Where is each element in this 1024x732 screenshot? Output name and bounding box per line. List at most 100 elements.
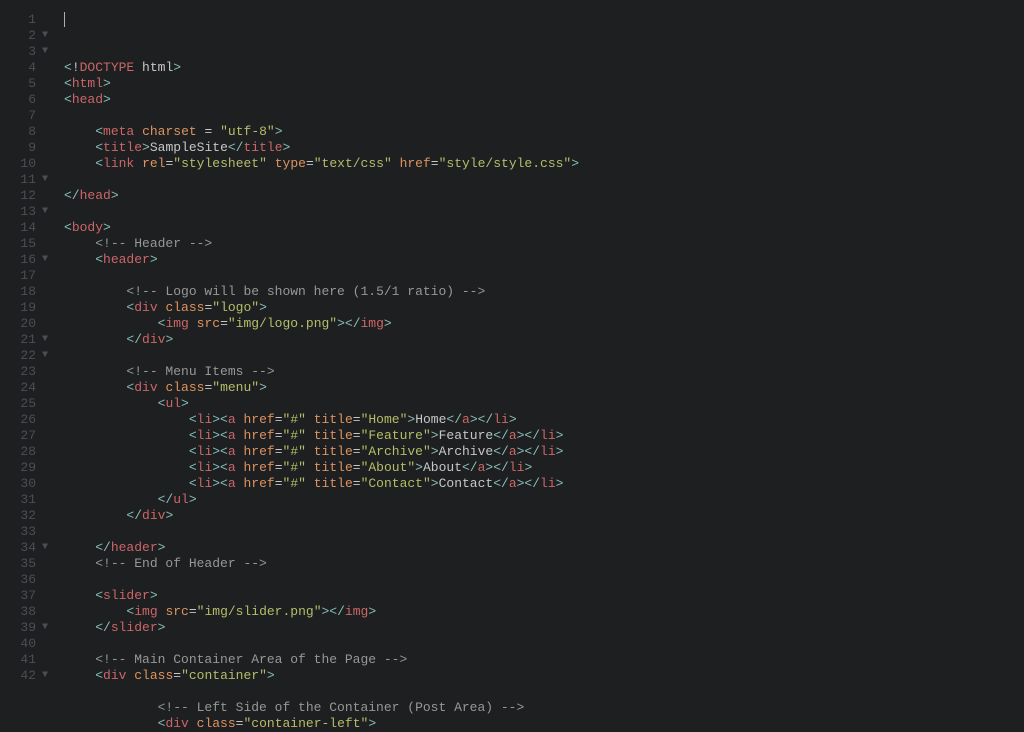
line-number[interactable]: 30	[0, 476, 36, 492]
line-number[interactable]: 16	[0, 252, 36, 268]
code-line[interactable]: <div class="menu">	[64, 380, 1024, 396]
line-number[interactable]: 29	[0, 460, 36, 476]
code-line[interactable]	[64, 204, 1024, 220]
fold-toggle-icon[interactable]: ▼	[42, 348, 56, 364]
fold-toggle-icon[interactable]: ▼	[42, 172, 56, 188]
line-number[interactable]: 8	[0, 124, 36, 140]
code-line[interactable]	[64, 524, 1024, 540]
code-line[interactable]	[64, 636, 1024, 652]
line-number[interactable]: 28	[0, 444, 36, 460]
code-line[interactable]	[64, 348, 1024, 364]
code-line[interactable]: </slider>	[64, 620, 1024, 636]
code-line[interactable]: <div class="container">	[64, 668, 1024, 684]
code-line[interactable]: <title>SampleSite</title>	[64, 140, 1024, 156]
code-line[interactable]: <!-- End of Header -->	[64, 556, 1024, 572]
line-number[interactable]: 36	[0, 572, 36, 588]
code-line[interactable]: <div class="logo">	[64, 300, 1024, 316]
code-line[interactable]: <header>	[64, 252, 1024, 268]
code-line[interactable]: <img src="img/slider.png"></img>	[64, 604, 1024, 620]
code-line[interactable]: <!-- Main Container Area of the Page -->	[64, 652, 1024, 668]
line-number[interactable]: 17	[0, 268, 36, 284]
line-number[interactable]: 38	[0, 604, 36, 620]
code-line[interactable]: <ul>	[64, 396, 1024, 412]
code-line[interactable]: <!DOCTYPE html>	[64, 60, 1024, 76]
line-number[interactable]: 10	[0, 156, 36, 172]
line-number[interactable]: 11	[0, 172, 36, 188]
code-line[interactable]: <div class="container-left">	[64, 716, 1024, 732]
fold-toggle-icon[interactable]: ▼	[42, 668, 56, 684]
line-number[interactable]: 5	[0, 76, 36, 92]
code-line[interactable]: </ul>	[64, 492, 1024, 508]
line-number[interactable]: 14	[0, 220, 36, 236]
line-number[interactable]: 32	[0, 508, 36, 524]
code-line[interactable]: <li><a href="#" title="Contact">Contact<…	[64, 476, 1024, 492]
line-number[interactable]: 13	[0, 204, 36, 220]
code-line[interactable]: <!-- Left Side of the Container (Post Ar…	[64, 700, 1024, 716]
code-line[interactable]: <li><a href="#" title="Feature">Feature<…	[64, 428, 1024, 444]
code-line[interactable]: <li><a href="#" title="About">About</a><…	[64, 460, 1024, 476]
line-number[interactable]: 33	[0, 524, 36, 540]
code-line[interactable]	[64, 172, 1024, 188]
line-number[interactable]: 12	[0, 188, 36, 204]
code-line[interactable]: <!-- Header -->	[64, 236, 1024, 252]
line-number[interactable]: 40	[0, 636, 36, 652]
code-line[interactable]: <!-- Menu Items -->	[64, 364, 1024, 380]
fold-toggle-icon[interactable]: ▼	[42, 204, 56, 220]
line-number[interactable]: 39	[0, 620, 36, 636]
code-line[interactable]	[64, 572, 1024, 588]
code-line[interactable]: </head>	[64, 188, 1024, 204]
line-number[interactable]: 23	[0, 364, 36, 380]
code-line[interactable]: <html>	[64, 76, 1024, 92]
code-line[interactable]	[64, 268, 1024, 284]
code-line[interactable]: <meta charset = "utf-8">	[64, 124, 1024, 140]
fold-toggle-icon[interactable]: ▼	[42, 252, 56, 268]
code-line[interactable]: <body>	[64, 220, 1024, 236]
code-token: href	[400, 156, 431, 171]
line-number[interactable]: 42	[0, 668, 36, 684]
line-number[interactable]: 4	[0, 60, 36, 76]
fold-toggle-icon[interactable]: ▼	[42, 44, 56, 60]
line-number[interactable]: 2	[0, 28, 36, 44]
line-number[interactable]: 41	[0, 652, 36, 668]
code-line[interactable]: <img src="img/logo.png"></img>	[64, 316, 1024, 332]
line-number[interactable]: 9	[0, 140, 36, 156]
code-line[interactable]: </header>	[64, 540, 1024, 556]
line-number[interactable]: 34	[0, 540, 36, 556]
line-number[interactable]: 35	[0, 556, 36, 572]
code-line[interactable]: <li><a href="#" title="Archive">Archive<…	[64, 444, 1024, 460]
line-number[interactable]: 26	[0, 412, 36, 428]
line-number[interactable]: 25	[0, 396, 36, 412]
code-area[interactable]: <!DOCTYPE html><html><head> <meta charse…	[56, 0, 1024, 689]
fold-spacer	[42, 556, 56, 572]
line-number-gutter[interactable]: 1234567891011121314151617181920212223242…	[0, 0, 42, 689]
line-number[interactable]: 37	[0, 588, 36, 604]
fold-gutter[interactable]: ▼▼▼▼▼▼▼▼▼▼	[42, 0, 56, 689]
code-line[interactable]: </div>	[64, 508, 1024, 524]
line-number[interactable]: 7	[0, 108, 36, 124]
fold-toggle-icon[interactable]: ▼	[42, 28, 56, 44]
code-line[interactable]: <head>	[64, 92, 1024, 108]
fold-toggle-icon[interactable]: ▼	[42, 540, 56, 556]
line-number[interactable]: 24	[0, 380, 36, 396]
line-number[interactable]: 31	[0, 492, 36, 508]
line-number[interactable]: 6	[0, 92, 36, 108]
line-number[interactable]: 20	[0, 316, 36, 332]
line-number[interactable]: 22	[0, 348, 36, 364]
fold-toggle-icon[interactable]: ▼	[42, 620, 56, 636]
code-line[interactable]: <slider>	[64, 588, 1024, 604]
code-line[interactable]: <!-- Logo will be shown here (1.5/1 rati…	[64, 284, 1024, 300]
line-number[interactable]: 21	[0, 332, 36, 348]
code-editor[interactable]: 1234567891011121314151617181920212223242…	[0, 0, 1024, 689]
code-line[interactable]: <li><a href="#" title="Home">Home</a></l…	[64, 412, 1024, 428]
line-number[interactable]: 3	[0, 44, 36, 60]
code-line[interactable]: </div>	[64, 332, 1024, 348]
line-number[interactable]: 1	[0, 12, 36, 28]
code-line[interactable]	[64, 684, 1024, 700]
code-line[interactable]	[64, 108, 1024, 124]
line-number[interactable]: 27	[0, 428, 36, 444]
line-number[interactable]: 15	[0, 236, 36, 252]
line-number[interactable]: 18	[0, 284, 36, 300]
line-number[interactable]: 19	[0, 300, 36, 316]
fold-toggle-icon[interactable]: ▼	[42, 332, 56, 348]
code-line[interactable]: <link rel="stylesheet" type="text/css" h…	[64, 156, 1024, 172]
